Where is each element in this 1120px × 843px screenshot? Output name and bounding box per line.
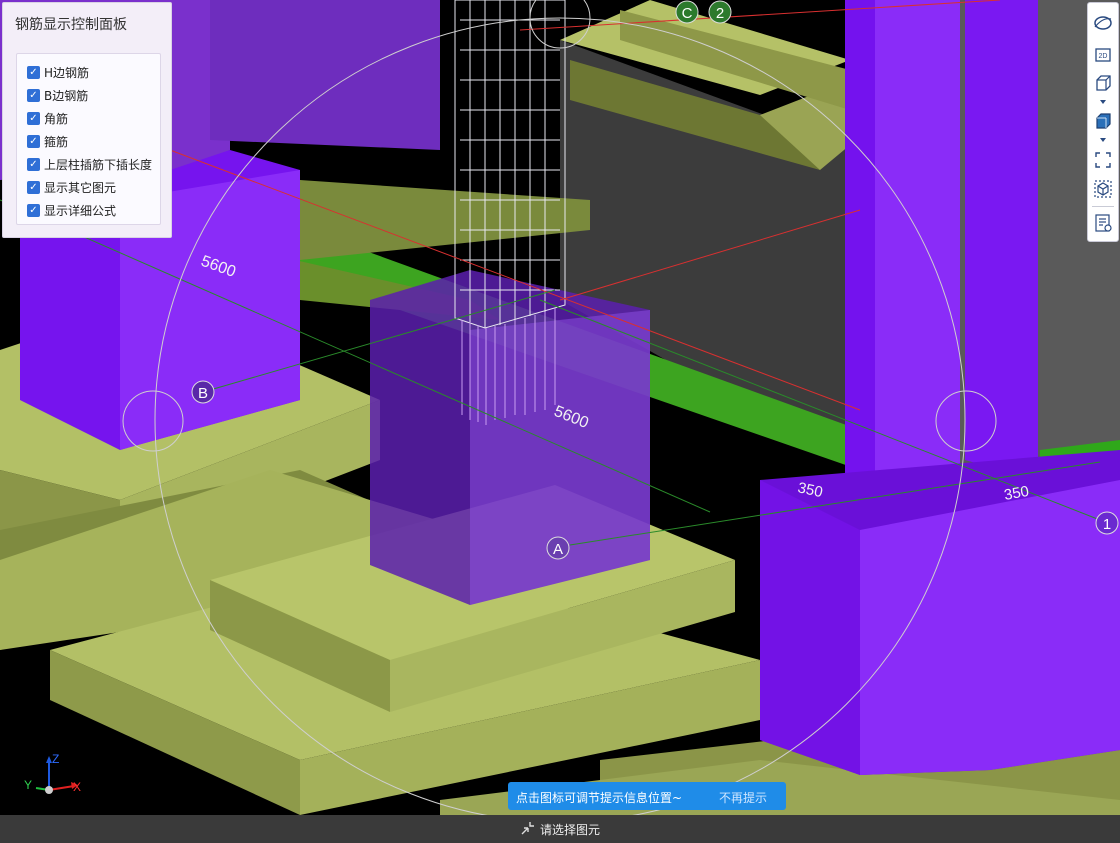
isometric-cube-icon[interactable] <box>1093 179 1113 199</box>
dropdown-caret-icon[interactable] <box>1100 138 1106 142</box>
option-label: 角筋 <box>44 111 69 126</box>
rebar-display-control-panel: 钢筋显示控制面板 ✓ H边钢筋 ✓ B边钢筋 ✓ 角筋 ✓ 箍筋 ✓ 上层柱插筋… <box>2 2 172 238</box>
view-2d-icon[interactable]: 2D <box>1093 45 1113 65</box>
view-3d-icon[interactable] <box>1093 73 1113 93</box>
dont-show-again-link[interactable]: 不再提示 <box>719 789 767 806</box>
grid-axis-label: 2 <box>716 5 724 22</box>
hint-text: 点击图标可调节提示信息位置~ <box>516 791 683 805</box>
checkbox-checked-icon[interactable]: ✓ <box>27 88 40 102</box>
grid-axis-bubble: 2 <box>708 0 732 24</box>
checkbox-checked-icon[interactable]: ✓ <box>27 203 40 217</box>
grid-axis-bubble: C <box>675 0 699 24</box>
grid-axis-bubble: B <box>191 380 215 404</box>
status-bar: 请选择图元 <box>0 815 1120 843</box>
option-label: 显示其它图元 <box>44 180 117 195</box>
grid-axis-label: C <box>682 5 693 22</box>
axis-z-label: Z <box>52 752 59 766</box>
option-stirrup[interactable]: ✓ 箍筋 <box>27 132 68 150</box>
option-show-other-elements[interactable]: ✓ 显示其它图元 <box>27 178 116 196</box>
dropdown-caret-icon[interactable] <box>1100 100 1106 104</box>
axes-gizmo: Z X Y <box>24 752 81 794</box>
view-toolbar: 2D <box>1087 2 1119 242</box>
option-show-detailed-formula[interactable]: ✓ 显示详细公式 <box>27 201 116 219</box>
option-b-side-rebar[interactable]: ✓ B边钢筋 <box>27 86 88 104</box>
option-label: B边钢筋 <box>44 88 89 103</box>
option-dowel-length[interactable]: ✓ 上层柱插筋下插长度 <box>27 155 152 173</box>
grid-axis-label: B <box>198 385 208 402</box>
panel-options: ✓ H边钢筋 ✓ B边钢筋 ✓ 角筋 ✓ 箍筋 ✓ 上层柱插筋下插长度 ✓ 显示… <box>16 53 161 225</box>
checkbox-checked-icon[interactable]: ✓ <box>27 134 40 148</box>
checkbox-checked-icon[interactable]: ✓ <box>27 65 40 79</box>
status-message: 请选择图元 <box>540 823 601 837</box>
option-label: 箍筋 <box>44 134 69 149</box>
checkbox-checked-icon[interactable]: ✓ <box>27 111 40 125</box>
toolbar-divider <box>1092 206 1114 207</box>
option-label: 上层柱插筋下插长度 <box>44 157 153 172</box>
axis-x-label: X <box>73 780 81 794</box>
grid-axis-bubble: A <box>546 536 570 560</box>
checkbox-checked-icon[interactable]: ✓ <box>27 157 40 171</box>
grid-axis-label: 1 <box>1103 516 1111 533</box>
option-h-side-rebar[interactable]: ✓ H边钢筋 <box>27 63 89 81</box>
option-label: H边钢筋 <box>44 65 90 80</box>
properties-icon[interactable] <box>1093 213 1113 233</box>
svg-text:2D: 2D <box>1099 53 1108 60</box>
hint-tooltip[interactable]: 点击图标可调节提示信息位置~ 不再提示 <box>508 782 786 810</box>
option-label: 显示详细公式 <box>44 203 117 218</box>
checkbox-checked-icon[interactable]: ✓ <box>27 180 40 194</box>
option-corner-rebar[interactable]: ✓ 角筋 <box>27 109 68 127</box>
select-cursor-icon <box>521 822 534 835</box>
grid-axis-bubble: 1 <box>1095 511 1119 535</box>
axis-y-label: Y <box>24 778 32 792</box>
fullscreen-icon[interactable] <box>1093 150 1113 170</box>
panel-title: 钢筋显示控制面板 <box>15 17 127 33</box>
orbit-icon[interactable] <box>1093 13 1113 33</box>
box-view-icon[interactable] <box>1093 111 1113 131</box>
grid-axis-label: A <box>553 541 563 558</box>
